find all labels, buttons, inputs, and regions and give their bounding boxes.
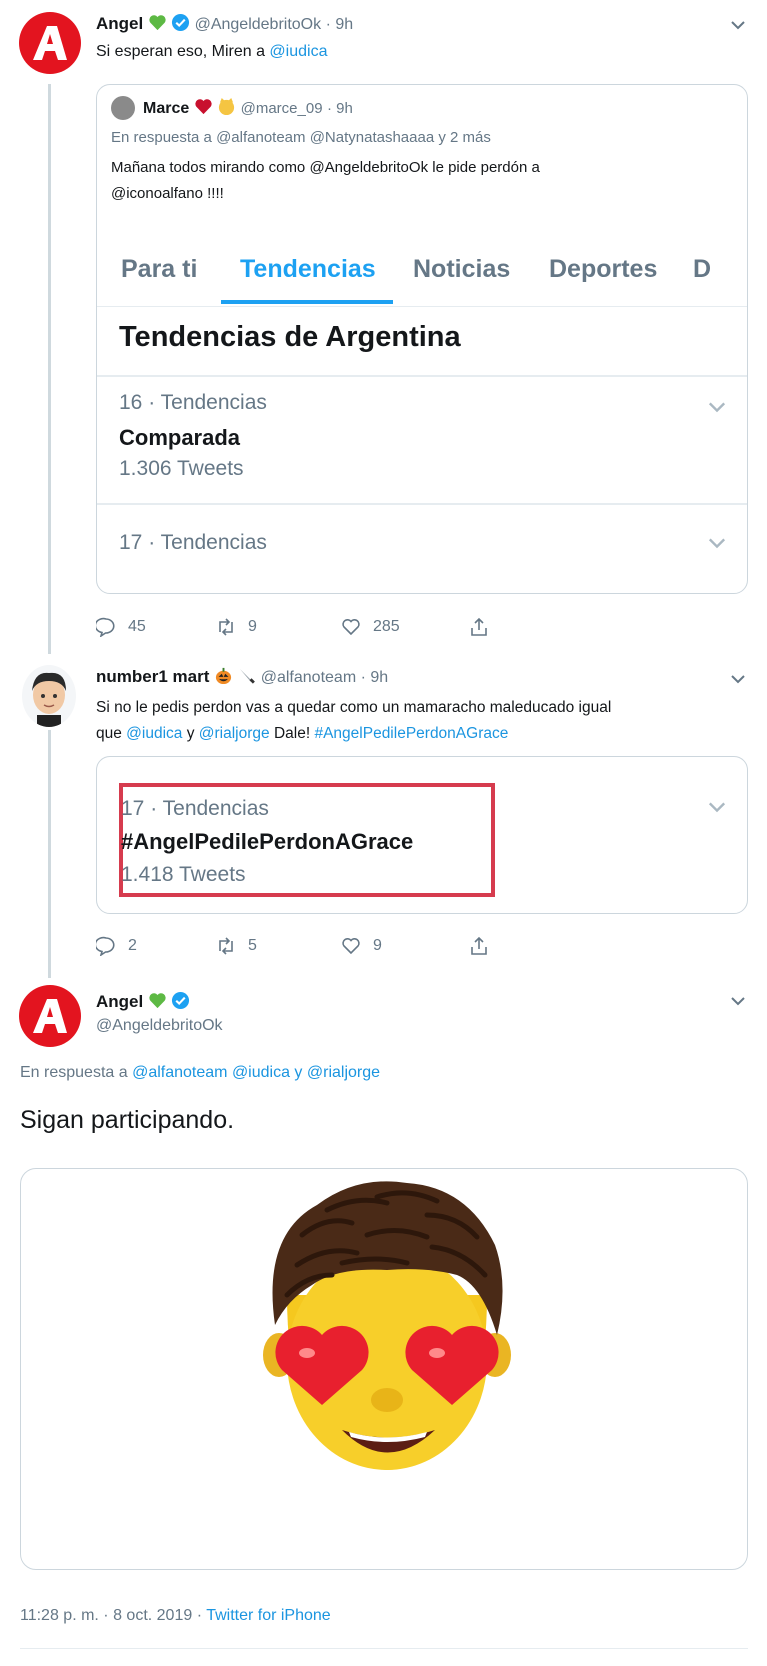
avatar[interactable] [111,96,135,120]
heart-icon [342,938,360,955]
share-button[interactable] [469,936,489,956]
knife-emoji-icon [240,668,256,684]
source-link[interactable]: Twitter for iPhone [206,1607,331,1624]
user-handle[interactable]: @AngeldebritoOk [96,1017,223,1035]
chevron-down-icon[interactable] [707,801,727,813]
chevron-down-icon[interactable] [730,996,746,1006]
user-handle[interactable]: @marce_09 [241,100,323,117]
tab-tendencias[interactable]: Tendencias [240,255,376,284]
tab-noticias[interactable]: Noticias [413,255,510,284]
tweet-actions: 2 5 9 [96,936,489,956]
quoted-text: Mañana todos mirando como @AngeldebritoO… [111,159,540,202]
avatar[interactable] [22,665,76,727]
quoted-tweet-card[interactable]: Marce @marce_09 · 9h En respuesta a @alf… [96,84,748,594]
mention-link[interactable]: @iudica [269,43,327,60]
tweet-header: number1 mart @alfanoteam · 9h [96,666,388,687]
thread-line [48,730,51,978]
brand-logo-icon [33,26,67,60]
verified-badge-icon [172,991,190,1010]
reply-context: En respuesta a @alfanoteam @Natynatashaa… [111,129,491,146]
like-button[interactable]: 9 [341,936,469,956]
like-button[interactable]: 285 [341,617,469,637]
mention-link[interactable]: @rialjorge [307,1064,380,1081]
trend-name[interactable]: Comparada [119,425,240,451]
user-handle[interactable]: @alfanoteam [261,669,356,686]
chevron-down-icon[interactable] [730,674,746,684]
reply-icon [96,936,115,956]
tweet-time[interactable]: · 9h [361,669,389,686]
trends-tab-bar: Para ti Tendencias Noticias Deportes D [97,237,747,307]
brand-logo-icon [33,999,67,1033]
mention-link[interactable]: @iudica [126,725,182,742]
retweet-button[interactable]: 5 [216,936,341,956]
divider [97,503,747,505]
mention-link[interactable]: @alfanoteam [132,1064,227,1081]
trend-card[interactable]: 17 · Tendencias #AngelPedilePerdonAGrace… [96,756,748,914]
active-tab-indicator [221,300,393,304]
trend-rank: 17 · Tendencias [119,531,267,554]
reply-icon [96,617,115,637]
avatar[interactable] [19,12,81,74]
hashtag-link[interactable]: #AngelPedilePerdonAGrace [314,725,508,742]
thread-line [48,84,51,654]
mention-link[interactable]: @rialjorge [199,725,270,742]
green-heart-icon [149,993,166,1009]
reply-button[interactable]: 2 [96,936,216,956]
tweet-time[interactable]: · 9h [326,16,354,33]
trends-heading: Tendencias de Argentina [119,321,461,353]
tab-para-ti[interactable]: Para ti [121,255,197,284]
trend-rank: 16 · Tendencias [119,391,267,414]
tweet-time: · 9h [327,100,353,117]
divider [20,1648,748,1649]
chevron-down-icon[interactable] [707,537,727,549]
green-heart-icon [149,15,166,31]
user-name[interactable]: Marce [143,100,189,117]
trend-count: 1.418 Tweets [121,863,246,886]
red-heart-icon [195,99,212,115]
tweet-header: Angel [96,991,190,1012]
tab-deportes[interactable]: Deportes [549,255,657,284]
share-button[interactable] [469,617,489,637]
retweet-icon [219,618,233,636]
share-icon [471,617,487,636]
user-name[interactable]: Angel [96,14,143,33]
chevron-down-icon[interactable] [707,401,727,413]
tweet-timestamp: 11:28 p. m. · 8 oct. 2019 · Twitter for … [20,1607,331,1624]
reply-context: En respuesta a @alfanoteam @iudica y @ri… [20,1064,381,1081]
tweet-header: Angel @AngeldebritoOk · 9h [96,13,353,34]
chevron-down-icon[interactable] [730,20,746,30]
trend-name[interactable]: #AngelPedilePerdonAGrace [121,829,413,855]
memoji-avatar-icon [32,672,66,727]
user-name[interactable]: number1 mart [96,667,209,686]
retweet-button[interactable]: 9 [216,617,341,637]
user-name[interactable]: Angel [96,992,143,1011]
retweet-icon [219,937,233,955]
tab-more[interactable]: D [693,255,711,284]
tweet-actions: 45 9 285 [96,617,489,637]
verified-badge-icon [172,13,190,32]
tweet-text: Si no le pedis perdon vas a quedar como … [96,699,612,742]
cat-emoji-icon [219,97,235,116]
quoted-header: Marce @marce_09 · 9h [143,97,353,118]
mention-link[interactable]: @iudica [232,1064,290,1081]
avatar[interactable] [19,985,81,1047]
trend-rank: 17 · Tendencias [121,797,269,820]
mention-link[interactable]: @alfanoteam @Natynatashaaaa [216,129,434,146]
user-handle[interactable]: @AngeldebritoOk [195,16,322,33]
pumpkin-emoji-icon [215,667,231,685]
heart-eyes-memoji-icon [263,1181,511,1470]
share-icon [471,936,487,955]
heart-icon [342,619,360,636]
trend-count: 1.306 Tweets [119,457,244,480]
reply-button[interactable]: 45 [96,617,216,637]
tweet-text: Sigan participando. [20,1106,235,1134]
media-image[interactable] [20,1168,748,1570]
divider [97,375,747,377]
tweet-text: Si esperan eso, Miren a @iudica [96,43,328,60]
